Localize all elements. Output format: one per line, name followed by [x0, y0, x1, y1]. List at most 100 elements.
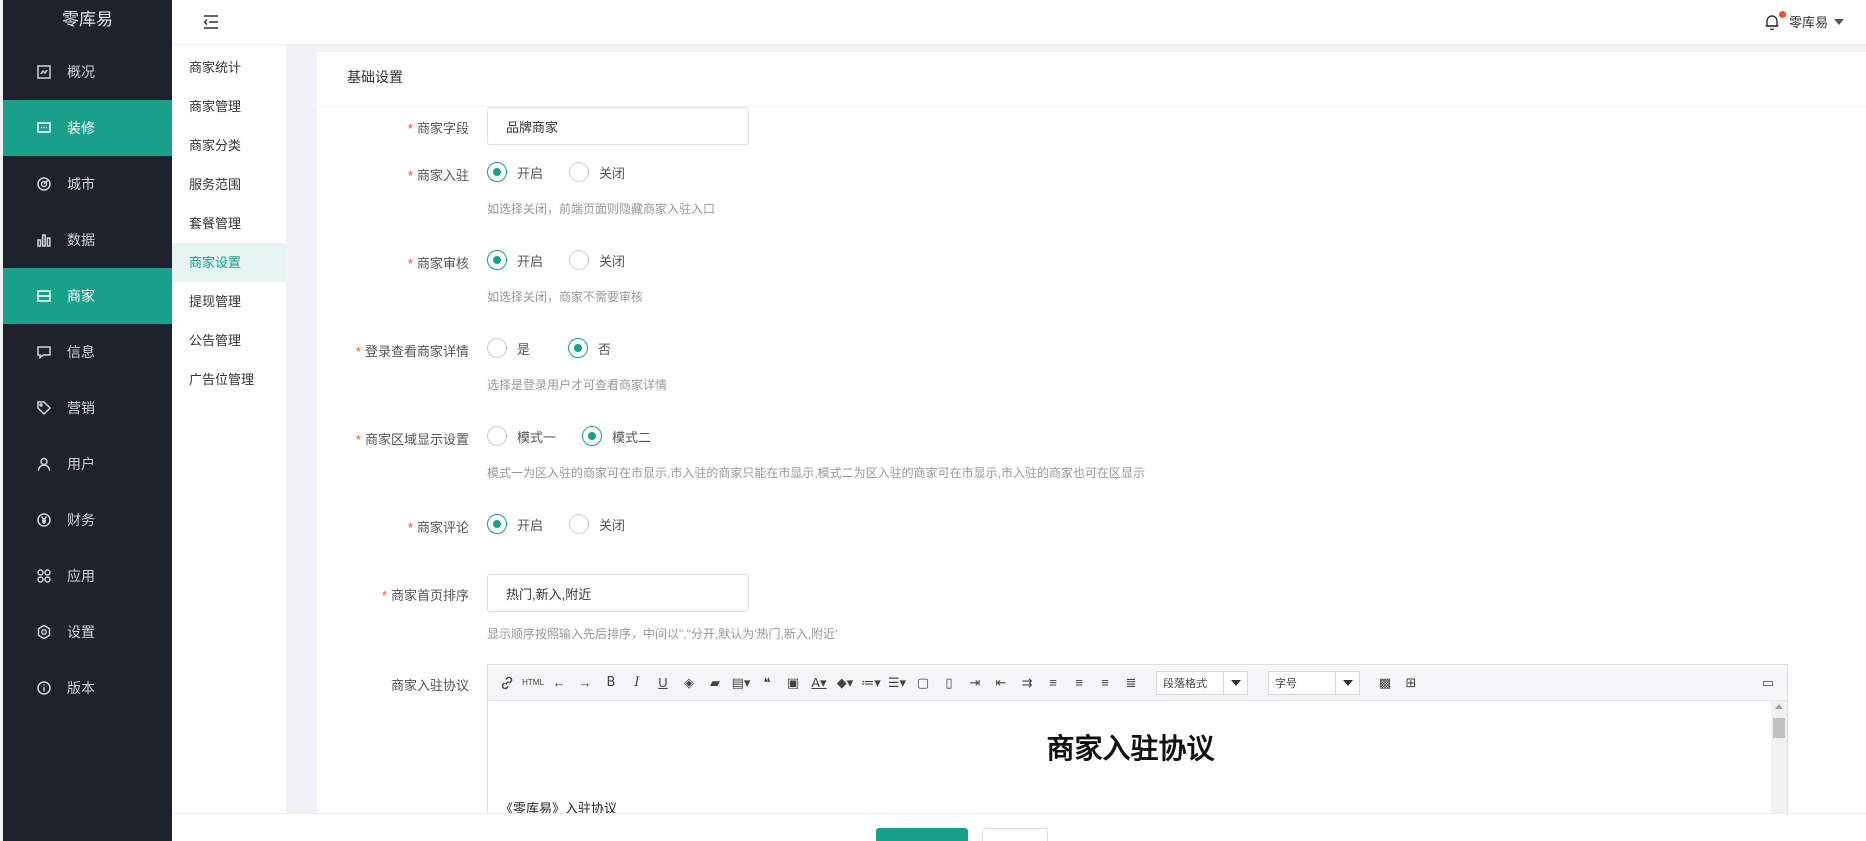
- submenu-item-3[interactable]: 服务范围: [172, 165, 286, 204]
- font-color-icon[interactable]: A▾: [806, 671, 832, 695]
- nav-item-1[interactable]: 装修: [3, 100, 172, 156]
- editor-toolbar: HTML ← → B I U ◈ ▰ ▤▾ ❝ ▣ A▾ ◆▾ ≔▾ ☰▾ ▢ …: [488, 665, 1787, 701]
- font-size-select[interactable]: 字号: [1268, 670, 1360, 695]
- merchant-join-off-radio[interactable]: 关闭: [569, 162, 625, 182]
- nav-item-7[interactable]: 用户: [3, 436, 172, 492]
- submenu-item-0[interactable]: 商家统计: [172, 48, 286, 87]
- chevron-down-icon: [1335, 671, 1359, 694]
- unordered-list-icon[interactable]: ☰▾: [884, 671, 910, 695]
- nav-item-5[interactable]: 信息: [3, 324, 172, 380]
- nav-item-3[interactable]: 数据: [3, 212, 172, 268]
- nav-item-label: 数据: [67, 232, 95, 248]
- chevron-down-icon: [1223, 671, 1247, 694]
- rtl-icon[interactable]: ⇤: [988, 671, 1014, 695]
- nav-item-label: 版本: [67, 680, 95, 696]
- nav-item-label: 城市: [67, 176, 95, 192]
- submenu-item-5[interactable]: 商家设置: [172, 243, 286, 282]
- area-display-mode1-radio[interactable]: 模式一: [487, 426, 556, 446]
- undo-icon[interactable]: ←: [546, 671, 572, 695]
- merchant-submenu: 商家统计 商家管理 商家分类 服务范围 套餐管理 商家设置 提现管理 公告管理 广告位管理: [172, 45, 286, 841]
- submenu-item-6[interactable]: 提现管理: [172, 282, 286, 321]
- nav-item-6[interactable]: 营销: [3, 380, 172, 436]
- merchant-review-label: * 商家审核: [407, 256, 469, 271]
- area-display-label: * 商家区域显示设置: [355, 432, 469, 447]
- submenu-item-2[interactable]: 商家分类: [172, 126, 286, 165]
- scroll-up-icon[interactable]: [1775, 704, 1783, 709]
- home-sort-label: * 商家首页排序: [381, 588, 469, 603]
- ordered-list-icon[interactable]: ≔▾: [858, 671, 884, 695]
- area-display-hint: 模式一为区入驻的商家可在市显示,市入驻的商家只能在市显示,模式二为区入驻的商家可…: [487, 466, 1146, 480]
- merchant-comment-label: * 商家评论: [407, 520, 469, 535]
- insert-frame-icon[interactable]: ▢: [910, 671, 936, 695]
- indent-icon[interactable]: ⇉: [1014, 671, 1040, 695]
- apps-icon: [35, 567, 53, 585]
- submenu-item-7[interactable]: 公告管理: [172, 321, 286, 360]
- home-sort-hint: 显示顺序按照输入先后排序，中间以","分开,默认为'热门,新入,附近': [487, 627, 838, 641]
- nav-item-label: 营销: [67, 400, 95, 416]
- merchant-review-off-radio[interactable]: 关闭: [569, 250, 625, 270]
- bold-icon[interactable]: B: [598, 671, 624, 695]
- merchant-join-on-radio[interactable]: 开启: [487, 162, 543, 182]
- nav-item-8[interactable]: 财务: [3, 492, 172, 548]
- top-bar: 零库易: [172, 0, 1866, 45]
- merchant-review-hint: 如选择关闭，商家不需要审核: [487, 290, 644, 304]
- insert-image-icon[interactable]: ▩: [1372, 671, 1398, 695]
- nav-item-4[interactable]: 商家: [3, 268, 172, 324]
- eraser-icon[interactable]: ◈: [676, 671, 702, 695]
- italic-icon[interactable]: I: [624, 671, 650, 695]
- format-painter-icon[interactable]: ▰: [702, 671, 728, 695]
- main-nav-list: 概况装修城市数据商家 信息营销用户财务应用 设置版本: [3, 44, 172, 716]
- bar-chart-icon: [35, 231, 53, 249]
- cancel-button[interactable]: [982, 828, 1048, 841]
- redo-icon[interactable]: →: [572, 671, 598, 695]
- nav-item-10[interactable]: 设置: [3, 604, 172, 660]
- align-center-icon[interactable]: ≡: [1066, 671, 1092, 695]
- paragraph-format-select[interactable]: 段落格式: [1156, 670, 1248, 695]
- doc-title: 商家入驻协议: [1046, 733, 1215, 764]
- yen-icon: [35, 511, 53, 529]
- nav-item-9[interactable]: 应用: [3, 548, 172, 604]
- settings-panel: 基础设置 * 商家字段 品牌商家 * 商家入驻 开启 关闭 如选择关闭，前端页面则隐…: [317, 52, 1866, 841]
- align-justify-icon[interactable]: ≣: [1118, 671, 1144, 695]
- align-right-icon[interactable]: ≡: [1092, 671, 1118, 695]
- nav-item-2[interactable]: 城市: [3, 156, 172, 212]
- page-icon[interactable]: ▯: [936, 671, 962, 695]
- merchant-review-on-radio[interactable]: 开启: [487, 250, 543, 270]
- login-view-hint: 选择是登录用户才可查看商家详情: [487, 378, 668, 392]
- paste-icon[interactable]: ▣: [780, 671, 806, 695]
- nav-item-label: 财务: [67, 512, 95, 528]
- nav-item-11[interactable]: 版本: [3, 660, 172, 716]
- login-view-no-radio[interactable]: 否: [568, 338, 611, 358]
- home-sort-input[interactable]: 热门,新入,附近: [487, 574, 749, 612]
- merchant-field-input[interactable]: 品牌商家: [487, 107, 749, 145]
- collapse-menu-icon[interactable]: [202, 13, 220, 31]
- scroll-thumb[interactable]: [1773, 718, 1785, 738]
- underline-icon[interactable]: U: [650, 671, 676, 695]
- store-icon: [35, 287, 53, 305]
- submenu-list: 商家统计 商家管理 商家分类 服务范围 套餐管理 商家设置 提现管理 公告管理 广告位管理: [172, 45, 286, 399]
- bg-color-icon[interactable]: ◆▾: [832, 671, 858, 695]
- table-style-icon[interactable]: ▤▾: [728, 671, 754, 695]
- submenu-item-8[interactable]: 广告位管理: [172, 360, 286, 399]
- dashboard-icon: [35, 63, 53, 81]
- submenu-item-1[interactable]: 商家管理: [172, 87, 286, 126]
- nav-item-label: 装修: [67, 120, 95, 136]
- html-source-icon[interactable]: HTML: [520, 671, 546, 695]
- user-menu[interactable]: 零库易: [1789, 12, 1844, 31]
- quote-icon[interactable]: ❝: [754, 671, 780, 695]
- nav-item-0[interactable]: 概况: [3, 44, 172, 100]
- notification-badge: [1779, 11, 1786, 18]
- submenu-item-4[interactable]: 套餐管理: [172, 204, 286, 243]
- save-button[interactable]: [876, 828, 968, 841]
- merchant-comment-off-radio[interactable]: 关闭: [569, 514, 625, 534]
- insert-table-icon[interactable]: ⊞: [1398, 671, 1424, 695]
- ltr-icon[interactable]: ⇥: [962, 671, 988, 695]
- main-sidebar: 零库易 概况 装修 城市 数据 商家 信息 营销 用户 财务 应用 设置 版本: [0, 0, 172, 841]
- area-display-mode2-radio[interactable]: 模式二: [582, 426, 651, 446]
- merchant-comment-on-radio[interactable]: 开启: [487, 514, 543, 534]
- login-view-yes-radio[interactable]: 是: [487, 338, 530, 358]
- align-left-icon[interactable]: ≡: [1040, 671, 1066, 695]
- fullscreen-icon[interactable]: ▭: [1755, 671, 1781, 695]
- link-icon[interactable]: [494, 671, 520, 695]
- merchant-join-hint: 如选择关闭，前端页面则隐藏商家入驻入口: [487, 202, 716, 216]
